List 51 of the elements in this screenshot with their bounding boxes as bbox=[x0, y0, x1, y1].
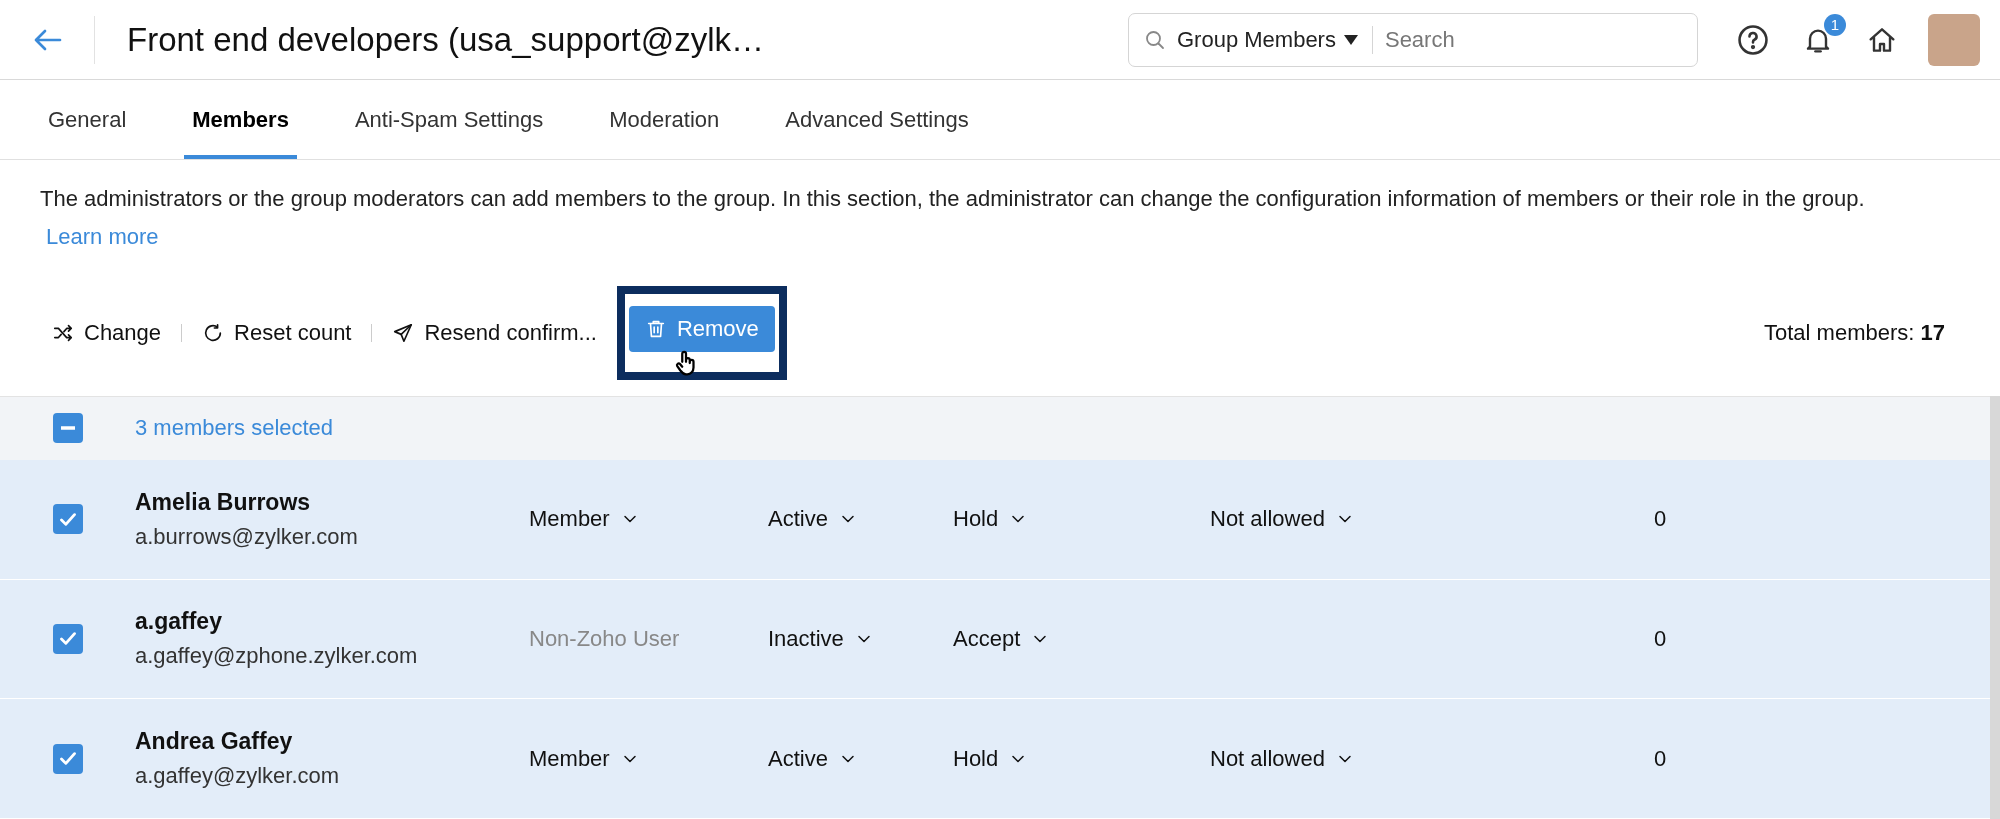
tab[interactable]: Moderation bbox=[601, 80, 728, 159]
role-dropdown[interactable]: Member bbox=[529, 506, 640, 533]
toolbar-button[interactable]: Resend confirm... bbox=[392, 320, 597, 346]
search-field[interactable]: Group Members Search bbox=[1128, 12, 1698, 67]
checkbox[interactable] bbox=[53, 504, 83, 535]
checkbox[interactable] bbox=[53, 623, 83, 654]
member-email: a.burrows@zylker.com bbox=[135, 523, 359, 550]
member-name: Andrea Gaffey bbox=[135, 728, 294, 756]
role-dropdown[interactable]: Member bbox=[529, 745, 640, 772]
avatar-photo-placeholder[interactable] bbox=[1928, 13, 1980, 66]
scrollbar[interactable] bbox=[1990, 396, 2000, 819]
learn-more-link[interactable]: Learn more bbox=[46, 224, 159, 249]
paper-plane-icon bbox=[392, 322, 415, 344]
remove-button[interactable]: Remove bbox=[628, 306, 775, 352]
notification-count: 1 bbox=[1824, 13, 1846, 36]
checkbox[interactable] bbox=[53, 413, 83, 444]
help-icon[interactable] bbox=[1736, 22, 1770, 57]
checkmark-icon bbox=[60, 632, 76, 646]
role-text: Non-Zoho User bbox=[529, 625, 681, 652]
shuffle-icon bbox=[52, 322, 74, 344]
posting-dropdown[interactable]: Not allowed bbox=[1210, 745, 1355, 772]
tab[interactable]: Anti-Spam Settings bbox=[346, 80, 552, 159]
checkbox[interactable] bbox=[53, 743, 83, 774]
moderation-dropdown[interactable]: Hold bbox=[953, 745, 1029, 772]
page-title: Front end developers (usa_support@zylk… bbox=[127, 20, 765, 59]
message-count: 0 bbox=[1652, 745, 1668, 772]
toolbar-button[interactable]: Change bbox=[52, 320, 162, 346]
dropdown-triangle-icon bbox=[1343, 34, 1358, 45]
tab[interactable]: General bbox=[40, 80, 135, 159]
minus-icon bbox=[61, 426, 75, 431]
message-count: 0 bbox=[1652, 625, 1668, 652]
member-name: Amelia Burrows bbox=[135, 488, 312, 516]
status-dropdown[interactable]: Inactive bbox=[768, 625, 874, 652]
total-members-text: Total members: 17 bbox=[1764, 320, 1945, 346]
toolbar-button[interactable]: Reset count bbox=[202, 320, 352, 346]
member-email: a.gaffey@zylker.com bbox=[135, 763, 341, 790]
selection-count-text: 3 members selected bbox=[135, 415, 334, 442]
tab[interactable]: Members bbox=[184, 80, 297, 159]
moderation-dropdown[interactable]: Hold bbox=[953, 506, 1029, 533]
posting-dropdown[interactable]: Not allowed bbox=[1210, 506, 1355, 533]
description-text: The administrators or the group moderators can add members to the group. In this section, the administrator can change the configuration information of members or their role in the group. Learn more bbox=[40, 185, 1866, 251]
member-email: a.gaffey@zphone.zylker.com bbox=[135, 643, 419, 670]
message-count: 0 bbox=[1652, 506, 1668, 533]
checkmark-icon bbox=[60, 752, 76, 766]
member-name: a.gaffey bbox=[135, 608, 223, 636]
checkmark-icon bbox=[60, 512, 76, 526]
status-dropdown[interactable]: Active bbox=[768, 506, 858, 533]
status-dropdown[interactable]: Active bbox=[768, 745, 858, 772]
search-scope-dropdown[interactable]: Group Members bbox=[1167, 25, 1373, 54]
tab[interactable]: Advanced Settings bbox=[777, 80, 977, 159]
moderation-dropdown[interactable]: Accept bbox=[953, 625, 1051, 652]
